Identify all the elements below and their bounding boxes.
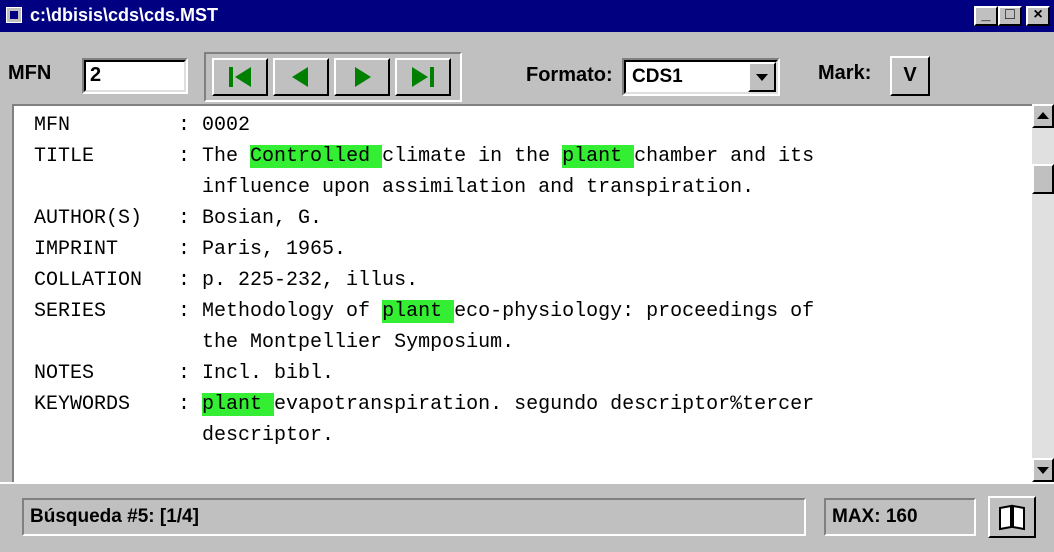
arrow-down-icon: [1037, 467, 1049, 474]
record-field-line: TITLE : The Controlled climate in the pl…: [34, 141, 814, 172]
minimize-button[interactable]: _: [974, 6, 998, 26]
next-record-button[interactable]: [334, 58, 390, 96]
field-value: eco-physiology: proceedings of: [454, 300, 815, 323]
record-navigation: [204, 52, 462, 102]
record-field-line: IMPRINT : Paris, 1965.: [34, 234, 814, 265]
field-indent: [34, 176, 202, 199]
search-hit-highlight: Controlled: [250, 145, 383, 168]
max-status: MAX: 160: [824, 498, 976, 536]
search-hit-highlight: plant: [382, 300, 455, 323]
open-book-icon: [999, 504, 1025, 531]
record-display: MFN : 0002 TITLE : The Controlled climate…: [12, 104, 1032, 482]
search-hit-highlight: plant: [562, 145, 635, 168]
previous-record-button[interactable]: [273, 58, 329, 96]
field-value: the Montpellier Symposium.: [202, 331, 515, 354]
search-status: Búsqueda #5: [1/4]: [22, 498, 806, 536]
field-value: evapotranspiration. segundo descriptor%t…: [274, 393, 815, 416]
record-field-line: NOTES : Incl. bibl.: [34, 358, 814, 389]
maximize-button[interactable]: □: [998, 6, 1022, 26]
last-record-icon: [412, 67, 434, 87]
title-bar[interactable]: c:\dbisis\cds\cds.MST _ □ ×: [0, 0, 1054, 32]
field-value: 0002: [202, 114, 251, 137]
field-label: SERIES :: [34, 300, 203, 323]
record-field-line: KEYWORDS : plant evapotranspiration. seg…: [34, 389, 814, 420]
field-value: p. 225-232, illus.: [202, 269, 419, 292]
mfn-input-value: 2: [90, 64, 102, 86]
field-label: NOTES :: [34, 362, 203, 385]
next-record-icon: [355, 67, 371, 87]
record-field-line: COLLATION : p. 225-232, illus.: [34, 265, 814, 296]
vertical-scrollbar[interactable]: [1032, 104, 1054, 482]
record-field-line: the Montpellier Symposium.: [34, 327, 814, 358]
formato-dropdown-button[interactable]: [748, 62, 776, 92]
mark-label: Mark:: [818, 62, 872, 84]
first-record-button[interactable]: [212, 58, 268, 96]
record-field-line: SERIES : Methodology of plant eco-physio…: [34, 296, 814, 327]
arrow-up-icon: [1037, 112, 1049, 119]
record-field-line: MFN : 0002: [34, 110, 814, 141]
field-indent: [34, 331, 202, 354]
field-label: TITLE :: [34, 145, 203, 168]
status-bar: Búsqueda #5: [1/4] MAX: 160: [0, 482, 1054, 552]
scroll-thumb[interactable]: [1032, 164, 1054, 194]
field-value: The: [202, 145, 251, 168]
field-label: KEYWORDS :: [34, 393, 203, 416]
record-text: MFN : 0002 TITLE : The Controlled climate…: [34, 110, 814, 451]
field-value: Paris, 1965.: [202, 238, 347, 261]
field-label: COLLATION :: [34, 269, 203, 292]
close-button[interactable]: ×: [1026, 6, 1050, 26]
field-value: Incl. bibl.: [202, 362, 335, 385]
formato-select[interactable]: CDS1: [622, 58, 780, 96]
chevron-down-icon: [756, 74, 768, 81]
field-value: descriptor.: [202, 424, 335, 447]
field-label: AUTHOR(S) :: [34, 207, 203, 230]
field-value: Methodology of: [202, 300, 383, 323]
record-field-line: AUTHOR(S) : Bosian, G.: [34, 203, 814, 234]
mark-button[interactable]: V: [890, 56, 930, 96]
toolbar: MFN 2 Formato: CDS1 Mark: V: [0, 32, 1054, 102]
scroll-down-button[interactable]: [1032, 458, 1054, 482]
book-button[interactable]: [988, 496, 1036, 538]
search-hit-highlight: plant: [202, 393, 275, 416]
field-value: Bosian, G.: [202, 207, 323, 230]
window-title: c:\dbisis\cds\cds.MST: [30, 5, 219, 25]
record-field-line: descriptor.: [34, 420, 814, 451]
field-label: MFN :: [34, 114, 203, 137]
formato-label: Formato:: [526, 64, 613, 86]
previous-record-icon: [292, 67, 308, 87]
mfn-input[interactable]: 2: [82, 58, 188, 94]
window-icon[interactable]: [6, 7, 22, 23]
record-field-line: influence upon assimilation and transpir…: [34, 172, 814, 203]
mfn-label: MFN: [8, 62, 52, 84]
field-value: climate in the: [382, 145, 563, 168]
main-window: c:\dbisis\cds\cds.MST _ □ × MFN 2 Format…: [0, 0, 1054, 552]
formato-value: CDS1: [632, 66, 683, 87]
scroll-up-button[interactable]: [1032, 104, 1054, 128]
first-record-icon: [229, 67, 251, 87]
field-value: chamber and its: [634, 145, 815, 168]
field-indent: [34, 424, 202, 447]
field-value: influence upon assimilation and transpir…: [202, 176, 755, 199]
last-record-button[interactable]: [395, 58, 451, 96]
field-label: IMPRINT :: [34, 238, 203, 261]
